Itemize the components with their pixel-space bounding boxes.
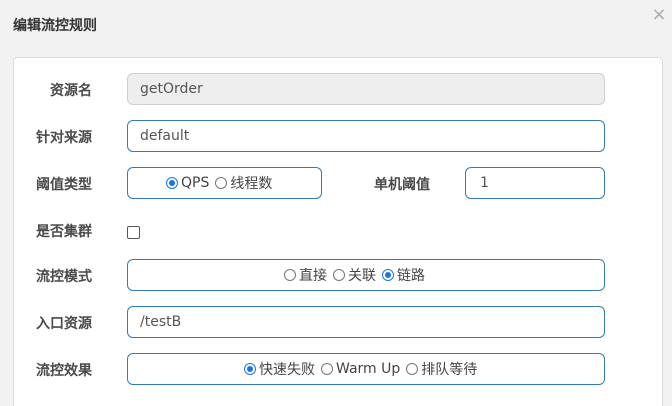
grade-label: 阈值类型 (36, 177, 92, 193)
limit-app-label: 针对来源 (36, 130, 92, 146)
ref-resource-value: /testB (140, 314, 182, 330)
strategy-radio-group: 直接 关联 链路 (127, 259, 605, 291)
radio-icon[interactable] (333, 269, 345, 281)
radio-selected-icon[interactable] (244, 363, 256, 375)
count-label: 单机阈值 (374, 177, 430, 193)
radio-icon[interactable] (321, 363, 333, 375)
ref-resource-label: 入口资源 (36, 316, 92, 332)
strategy-option-relate[interactable]: 关联 (333, 265, 376, 285)
limit-app-input[interactable]: default (127, 120, 605, 152)
behavior-option-queue[interactable]: 排队等待 (406, 359, 477, 379)
resource-value: getOrder (140, 81, 203, 97)
behavior-option-fail-fast[interactable]: 快速失败 (244, 359, 315, 379)
count-input[interactable]: 1 (465, 167, 605, 199)
radio-icon[interactable] (284, 269, 296, 281)
ref-resource-input[interactable]: /testB (127, 306, 605, 338)
behavior-option-warm-up[interactable]: Warm Up (321, 361, 400, 377)
strategy-option-chain[interactable]: 链路 (382, 265, 425, 285)
radio-icon[interactable] (215, 177, 228, 189)
control-behavior-radio-group: 快速失败 Warm Up 排队等待 (127, 353, 605, 385)
radio-selected-icon[interactable] (166, 177, 178, 189)
strategy-label: 流控模式 (36, 269, 92, 285)
dialog-title: 编辑流控规则 (13, 18, 97, 34)
cluster-label: 是否集群 (36, 224, 92, 240)
grade-option-thread[interactable]: 线程数 (215, 173, 272, 193)
grade-option-qps[interactable]: QPS (166, 175, 209, 191)
grade-radio-group: QPS 线程数 (127, 167, 322, 199)
resource-label: 资源名 (50, 83, 92, 99)
limit-app-value: default (140, 128, 190, 144)
resource-input: getOrder (127, 73, 605, 105)
radio-icon[interactable] (406, 363, 419, 375)
cluster-checkbox[interactable] (127, 226, 140, 239)
control-behavior-label: 流控效果 (36, 363, 92, 379)
close-icon[interactable]: × (651, 5, 667, 25)
radio-selected-icon[interactable] (382, 269, 394, 281)
count-value: 1 (480, 175, 489, 191)
strategy-option-direct[interactable]: 直接 (284, 265, 327, 285)
